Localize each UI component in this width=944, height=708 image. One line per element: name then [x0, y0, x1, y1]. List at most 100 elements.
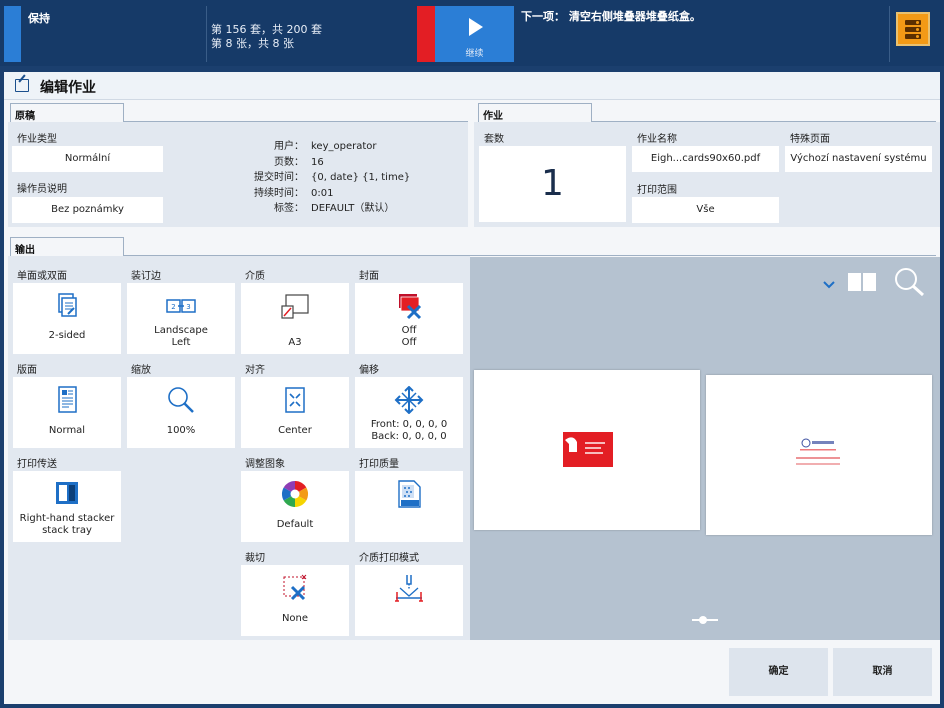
- shift-tile[interactable]: 偏移 Front: 0, 0, 0, 0 Back: 0, 0, 0, 0: [355, 358, 463, 449]
- alignment-label: 对齐: [245, 365, 265, 376]
- binding-value-2: Left: [171, 337, 191, 348]
- job-name-field[interactable]: Eigh...cards90x60.pdf: [632, 146, 779, 172]
- page-title: 编辑作业: [40, 80, 96, 96]
- meta-value-label: DEFAULT（默认）: [311, 203, 395, 214]
- preview-page-back[interactable]: [706, 375, 932, 535]
- layout-value: Normal: [48, 425, 86, 436]
- image-adjust-value: Default: [276, 519, 314, 530]
- meta-value-pages: 16: [311, 156, 324, 168]
- shift-value: Front: 0, 0, 0, 0: [370, 419, 448, 430]
- media-print-mode-button[interactable]: [355, 565, 463, 636]
- stacker-menu-button[interactable]: [896, 12, 930, 46]
- tab-output[interactable]: 输出: [10, 237, 124, 256]
- hold-label[interactable]: 保持: [28, 10, 50, 26]
- zoom-value: 100%: [166, 425, 196, 436]
- meta-key: 持续时间：: [254, 187, 304, 199]
- meta-key: 页数：: [274, 156, 304, 168]
- sides-tile[interactable]: 单面或双面 2-sided: [13, 264, 121, 355]
- image-adjust-button[interactable]: Default: [241, 471, 349, 542]
- shift-button[interactable]: Front: 0, 0, 0, 0 Back: 0, 0, 0, 0: [355, 377, 463, 448]
- trim-value: None: [281, 613, 309, 624]
- media-print-mode-tile[interactable]: 介质打印模式: [355, 546, 463, 637]
- meta-value-submitted: {0, date} {1, time}: [311, 172, 411, 183]
- layout-tile[interactable]: 版面 Normal: [13, 358, 121, 449]
- sides-button[interactable]: 2-sided: [13, 283, 121, 354]
- cover-value: Off: [401, 325, 417, 336]
- continue-button[interactable]: 继续: [435, 6, 514, 62]
- alignment-value: Center: [278, 425, 312, 436]
- cover-value-2: Off: [401, 337, 417, 348]
- job-name-label: 作业名称: [637, 134, 677, 145]
- zoom-label: 缩放: [131, 365, 151, 376]
- meta-key: 用户：: [274, 141, 304, 152]
- job-type-field[interactable]: Normální: [12, 146, 163, 172]
- zoom-tile[interactable]: 缩放 100%: [127, 358, 235, 449]
- operator-note-field[interactable]: Bez poznámky: [12, 197, 163, 223]
- original-section: 作业类型 Normální 操作员说明 Bez poznámky 用户： 页数：…: [8, 122, 468, 227]
- meta-key: 提交时间：: [254, 172, 304, 183]
- media-print-mode-icon: [395, 575, 423, 602]
- trim-off-icon: [283, 574, 307, 601]
- delivery-tile[interactable]: 打印传送 Right-hand stacker stack tray: [13, 452, 121, 543]
- image-adjust-tile[interactable]: 调整图象 Default: [241, 452, 349, 543]
- divider: [206, 6, 207, 62]
- copies-field[interactable]: 1: [479, 146, 626, 222]
- copies-label: 套数: [484, 134, 504, 145]
- edit-job-icon: [15, 79, 29, 92]
- ok-button[interactable]: 确定: [729, 648, 828, 696]
- slider-icon[interactable]: [690, 615, 720, 625]
- business-card-front-thumbnail: [563, 432, 613, 467]
- trim-tile[interactable]: 裁切 None: [241, 546, 349, 637]
- preview-page-front[interactable]: [474, 370, 700, 530]
- media-tile[interactable]: 介质 A3: [241, 264, 349, 355]
- layout-button[interactable]: Normal: [13, 377, 121, 448]
- special-pages-field[interactable]: Výchozí nastavení systému: [785, 146, 932, 172]
- alignment-button[interactable]: Center: [241, 377, 349, 448]
- delivery-label: 打印传送: [17, 459, 57, 470]
- cancel-button[interactable]: 取消: [833, 648, 932, 696]
- job-section: 套数 1 作业名称 Eigh...cards90x60.pdf 打印范围 Vše…: [474, 122, 940, 227]
- media-icon: [281, 294, 309, 319]
- stacker-icon: [56, 482, 78, 504]
- binding-tile[interactable]: 装订边 2 3 Landscape Left: [127, 264, 235, 355]
- tab-job[interactable]: 作业: [478, 103, 592, 122]
- cover-off-icon: [399, 294, 422, 320]
- cover-button[interactable]: Off Off: [355, 283, 463, 354]
- color-wheel-icon: [281, 480, 309, 508]
- zoom-button[interactable]: 100%: [127, 377, 235, 448]
- tab-original[interactable]: 原稿: [10, 103, 124, 122]
- binding-label: 装订边: [131, 271, 161, 282]
- business-card-back-thumbnail: [796, 438, 840, 465]
- special-pages-label: 特殊页面: [790, 134, 830, 145]
- operator-note-label: 操作员说明: [17, 184, 67, 195]
- binding-button[interactable]: 2 3 Landscape Left: [127, 283, 235, 354]
- media-value: A3: [288, 337, 302, 348]
- page-preview[interactable]: [470, 257, 940, 640]
- cover-label: 封面: [359, 271, 379, 282]
- svg-text:2: 2: [171, 303, 175, 311]
- hold-button[interactable]: [4, 6, 21, 62]
- edit-job-panel: 编辑作业 原稿 作业类型 Normální 操作员说明 Bez poznámky…: [4, 72, 940, 704]
- print-range-label: 打印范围: [637, 185, 677, 196]
- delivery-button[interactable]: Right-hand stacker stack tray: [13, 471, 121, 542]
- media-label: 介质: [245, 271, 265, 282]
- continue-label: 继续: [465, 49, 484, 59]
- align-center-icon: [285, 387, 305, 413]
- job-type-label: 作业类型: [17, 134, 57, 145]
- stacker-menu-icon-bar: [905, 27, 921, 32]
- print-quality-button[interactable]: [355, 471, 463, 542]
- trim-button[interactable]: None: [241, 565, 349, 636]
- book-view-icon[interactable]: [846, 271, 878, 293]
- sides-value: 2-sided: [48, 330, 86, 341]
- binding-value: Landscape: [154, 325, 208, 336]
- job-meta-values: key_operator 16 {0, date} {1, time} 0:01…: [311, 139, 461, 217]
- chevron-down-icon[interactable]: [822, 280, 836, 290]
- top-bar: 保持 第 156 套，共 200 套 第 8 张，共 8 张 继续 下一项： 清…: [0, 0, 944, 66]
- print-quality-tile[interactable]: 打印质量: [355, 452, 463, 543]
- alignment-tile[interactable]: 对齐 Center: [241, 358, 349, 449]
- cover-tile[interactable]: 封面 Off Off: [355, 264, 463, 355]
- image-adjust-label: 调整图象: [245, 459, 285, 470]
- media-button[interactable]: A3: [241, 283, 349, 354]
- magnifier-icon[interactable]: [894, 267, 926, 297]
- print-range-field[interactable]: Vše: [632, 197, 779, 223]
